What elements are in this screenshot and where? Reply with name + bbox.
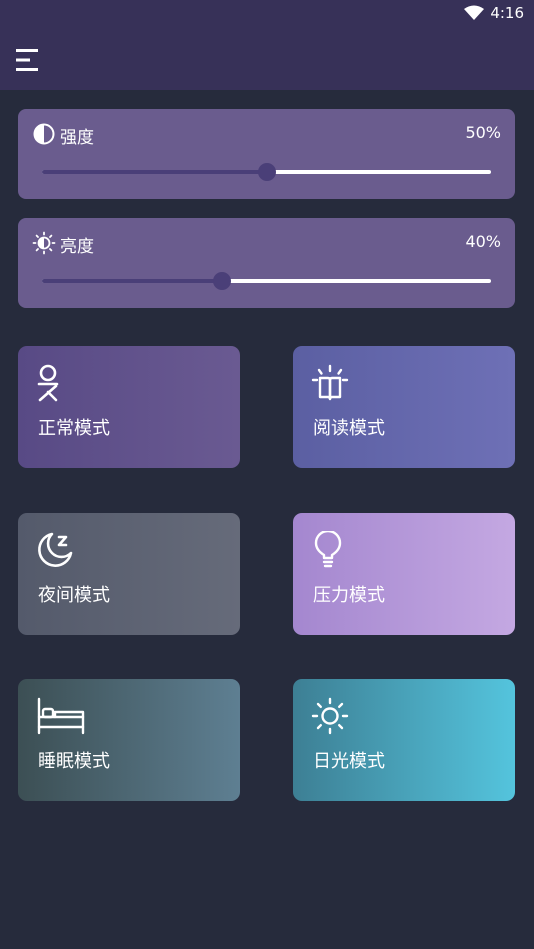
menu-icon[interactable] bbox=[16, 48, 42, 72]
sleep-mode-button[interactable]: 睡眠模式 bbox=[18, 679, 240, 801]
sleep-mode-label: 睡眠模式 bbox=[38, 751, 110, 772]
daylight-mode-button[interactable]: 日光模式 bbox=[293, 679, 515, 801]
status-bar: 4:16 bbox=[0, 0, 534, 30]
lightbulb-icon bbox=[314, 531, 342, 568]
reading-mode-button[interactable]: 阅读模式 bbox=[293, 346, 515, 468]
brightness-card: 亮度 40% bbox=[18, 218, 515, 308]
moon-icon bbox=[38, 532, 73, 567]
normal-mode-label: 正常模式 bbox=[38, 418, 110, 439]
reading-mode-label: 阅读模式 bbox=[313, 418, 385, 439]
stress-mode-button[interactable]: 压力模式 bbox=[293, 513, 515, 635]
brightness-slider-fill bbox=[42, 279, 222, 283]
book-lamp-icon bbox=[311, 364, 349, 401]
app-bar bbox=[0, 30, 534, 90]
person-icon bbox=[37, 364, 59, 402]
wifi-icon bbox=[464, 5, 485, 20]
intensity-slider-fill bbox=[42, 170, 267, 174]
intensity-slider[interactable] bbox=[42, 163, 491, 181]
night-mode-label: 夜间模式 bbox=[38, 585, 110, 606]
contrast-icon bbox=[33, 123, 55, 145]
daylight-mode-label: 日光模式 bbox=[313, 751, 385, 772]
brightness-value: 40% bbox=[465, 232, 501, 251]
brightness-slider[interactable] bbox=[42, 272, 491, 290]
brightness-label: 亮度 bbox=[60, 237, 94, 257]
status-time: 4:16 bbox=[490, 4, 524, 22]
bed-icon bbox=[37, 697, 85, 735]
sun-icon bbox=[311, 697, 349, 735]
brightness-icon bbox=[32, 231, 56, 255]
intensity-value: 50% bbox=[465, 123, 501, 142]
normal-mode-button[interactable]: 正常模式 bbox=[18, 346, 240, 468]
intensity-card: 强度 50% bbox=[18, 109, 515, 199]
intensity-slider-thumb[interactable] bbox=[257, 163, 276, 181]
status-right: 4:16 bbox=[464, 4, 524, 22]
stress-mode-label: 压力模式 bbox=[313, 585, 385, 606]
intensity-label: 强度 bbox=[60, 128, 94, 148]
brightness-slider-thumb[interactable] bbox=[212, 272, 231, 290]
night-mode-button[interactable]: 夜间模式 bbox=[18, 513, 240, 635]
